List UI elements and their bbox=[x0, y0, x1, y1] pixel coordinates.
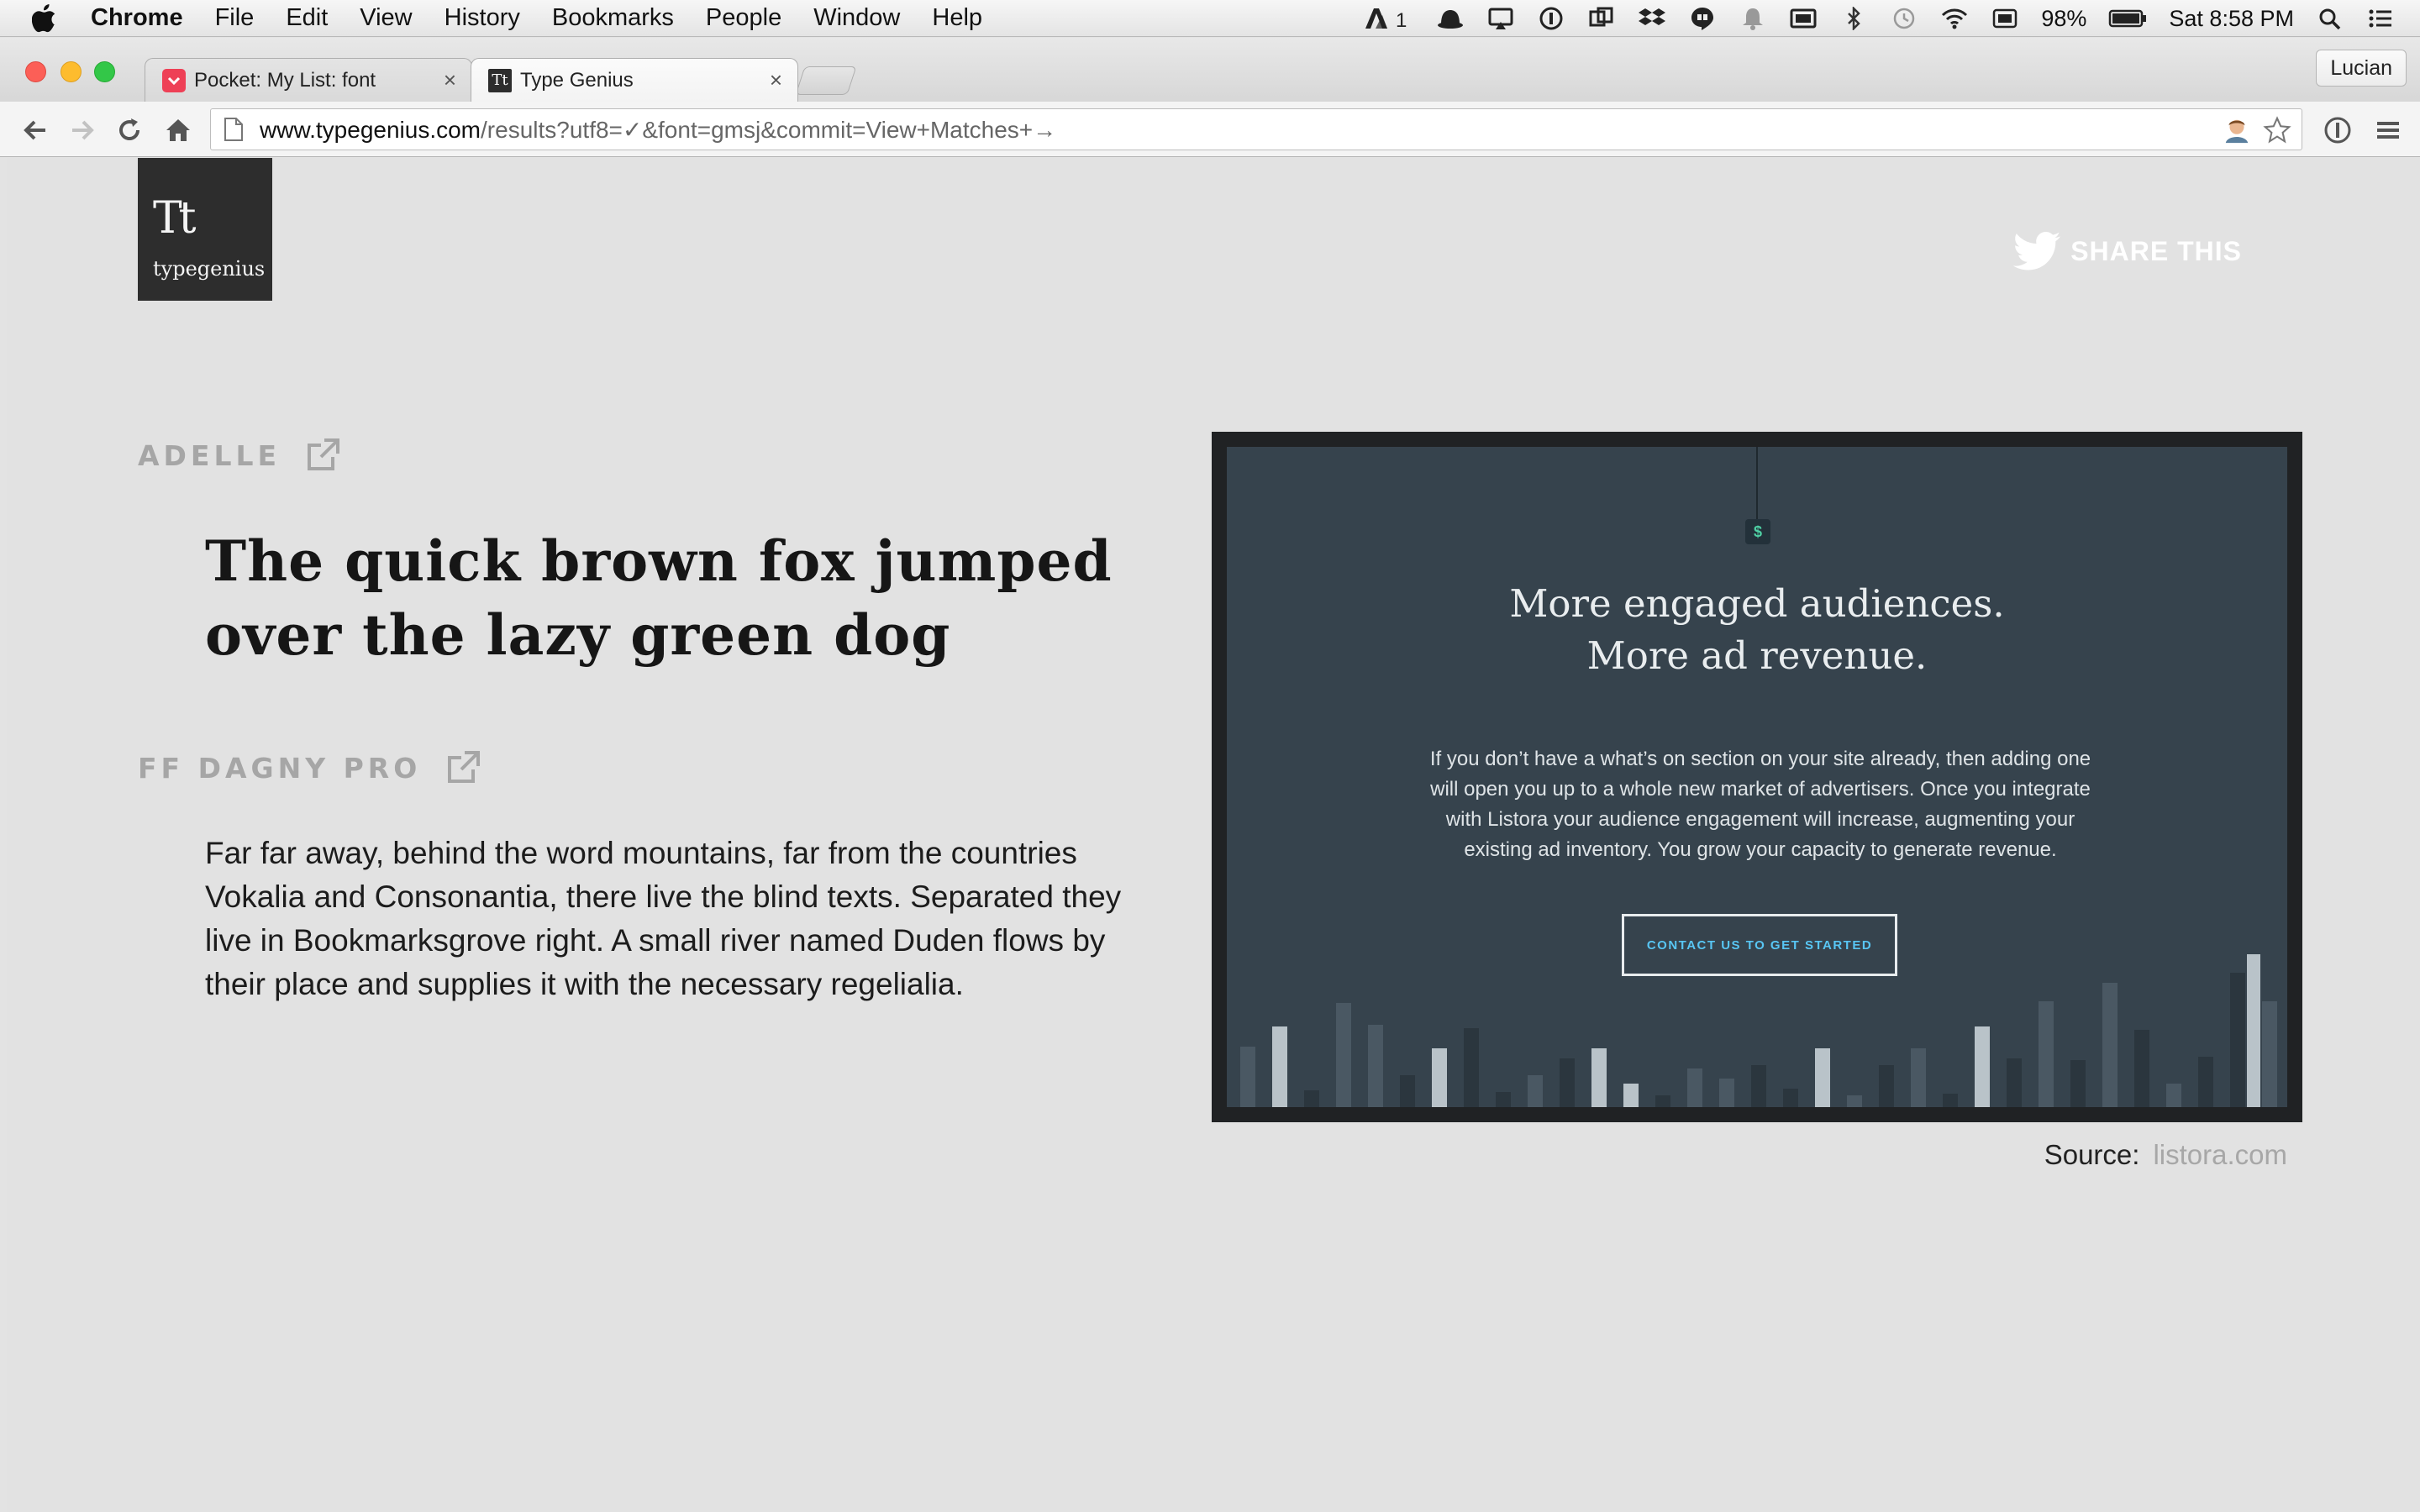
ad-headline: More engaged audiences. More ad revenue. bbox=[1227, 578, 2287, 682]
1password-icon[interactable] bbox=[1537, 6, 1565, 31]
menu-view[interactable]: View bbox=[360, 4, 412, 32]
menu-bar-clock[interactable]: Sat 8:58 PM bbox=[2169, 6, 2294, 32]
font-entry-ff-dagny-pro: FF DAGNY PRO bbox=[138, 749, 481, 786]
notifications-bell-icon[interactable] bbox=[1739, 6, 1767, 31]
battery-icon[interactable] bbox=[2108, 6, 2147, 31]
logo-wordmark: typegenius bbox=[153, 257, 266, 281]
minimize-window-button[interactable] bbox=[60, 61, 82, 82]
url-host: www.typegenius.com bbox=[260, 116, 481, 143]
home-button[interactable] bbox=[161, 113, 195, 147]
font-sample-ff-dagny-pro: Far far away, behind the word mountains,… bbox=[205, 836, 1122, 1001]
font-name-label[interactable]: FF DAGNY PRO bbox=[138, 752, 421, 785]
source-label: Source: bbox=[2044, 1139, 2140, 1170]
tab-type-genius[interactable]: Tt Type Genius × bbox=[471, 58, 798, 102]
share-label: SHARE THIS bbox=[2070, 235, 2242, 266]
hamburger-menu-icon bbox=[2377, 122, 2399, 139]
wifi-icon[interactable] bbox=[1940, 6, 1969, 31]
macos-menu-bar: Chrome File Edit View History Bookmarks … bbox=[0, 0, 2420, 37]
notification-center-icon[interactable] bbox=[2366, 6, 2395, 31]
chrome-menu-button[interactable] bbox=[2371, 113, 2405, 147]
tab-close-icon[interactable]: × bbox=[444, 67, 456, 93]
browser-toolbar: www.typegenius.com/results?utf8=✓&font=g… bbox=[0, 102, 2420, 157]
close-window-button[interactable] bbox=[25, 61, 46, 82]
airplay-icon[interactable] bbox=[1486, 6, 1515, 31]
example-source: Source: listora.com bbox=[2044, 1139, 2287, 1171]
menu-window[interactable]: Window bbox=[813, 4, 900, 32]
share-this-button[interactable]: SHARE THIS bbox=[2013, 232, 2242, 270]
decorative-bar-skyline bbox=[1240, 954, 2277, 1107]
typegenius-icon: Tt bbox=[488, 68, 512, 92]
font-entry-adelle: ADELLE bbox=[138, 437, 341, 474]
page-content: Tt typegenius SHARE THIS ADELLE The quic… bbox=[7, 158, 2420, 1512]
hanging-line bbox=[1756, 447, 1758, 519]
menu-bookmarks[interactable]: Bookmarks bbox=[552, 4, 674, 32]
menu-help[interactable]: Help bbox=[932, 4, 982, 32]
apple-menu-icon[interactable] bbox=[32, 3, 66, 33]
typegenius-logo[interactable]: Tt typegenius bbox=[138, 158, 272, 301]
dollar-tag-icon: $ bbox=[1745, 519, 1770, 544]
ad-headline-line-1: More engaged audiences. bbox=[1509, 581, 2005, 626]
pocket-icon bbox=[162, 68, 186, 92]
url-text[interactable]: www.typegenius.com/results?utf8=✓&font=g… bbox=[260, 116, 1056, 144]
screenshot-tool-icon[interactable] bbox=[1587, 6, 1616, 31]
listora-ad-screenshot: $ More engaged audiences. More ad revenu… bbox=[1227, 447, 2287, 1107]
menu-edit[interactable]: Edit bbox=[286, 4, 328, 32]
tab-title: Pocket: My List: font bbox=[194, 68, 376, 92]
font-sample-adelle: The quick brown fox jumped over the lazy… bbox=[205, 528, 1113, 668]
tab-pocket[interactable]: Pocket: My List: font × bbox=[145, 58, 472, 102]
tab-close-icon[interactable]: × bbox=[770, 67, 782, 93]
battery-percent: 98% bbox=[2041, 5, 2087, 31]
address-bar[interactable]: www.typegenius.com/results?utf8=✓&font=g… bbox=[210, 108, 2302, 150]
url-path: /results?utf8=✓&font=gmsj&commit=View+Ma… bbox=[481, 116, 1057, 143]
logo-mark: Tt bbox=[153, 193, 197, 244]
new-tab-button[interactable] bbox=[795, 66, 857, 95]
browser-tab-strip: Pocket: My List: font × Tt Type Genius ×… bbox=[0, 38, 2420, 102]
display-icon[interactable] bbox=[1789, 6, 1818, 31]
reload-icon bbox=[119, 118, 139, 140]
external-link-icon[interactable] bbox=[445, 749, 481, 786]
ad-headline-line-2: More ad revenue. bbox=[1586, 633, 1928, 678]
time-machine-icon[interactable] bbox=[1890, 6, 1918, 31]
extension-avatar-icon[interactable] bbox=[2221, 114, 2253, 146]
menu-chrome[interactable]: Chrome bbox=[91, 4, 183, 32]
bluetooth-icon[interactable] bbox=[1839, 6, 1868, 31]
menu-people[interactable]: People bbox=[706, 4, 781, 32]
dropbox-icon[interactable] bbox=[1638, 6, 1666, 31]
hangouts-icon[interactable] bbox=[1688, 6, 1717, 31]
keyboard-input-icon[interactable] bbox=[1991, 6, 2019, 31]
bowler-hat-icon[interactable] bbox=[1436, 6, 1465, 31]
twitter-bird-icon bbox=[2013, 232, 2061, 270]
menu-bar-status-area: 1 98% Sat 8:58 PM bbox=[1364, 0, 2395, 37]
adobe-creative-cloud-icon[interactable]: 1 bbox=[1364, 6, 1414, 31]
page-icon bbox=[224, 118, 243, 141]
profile-button[interactable]: Lucian bbox=[2316, 50, 2407, 87]
back-button[interactable] bbox=[18, 113, 52, 147]
home-icon bbox=[166, 119, 190, 141]
1password-extension-button[interactable] bbox=[2321, 113, 2354, 147]
omnibox-actions bbox=[2221, 114, 2293, 146]
ad-body-text: If you don’t have a what’s on section on… bbox=[1429, 748, 2091, 861]
svg-text:1: 1 bbox=[1396, 9, 1407, 30]
spotlight-search-icon[interactable] bbox=[2316, 6, 2344, 31]
forward-button[interactable] bbox=[66, 113, 99, 147]
font-name-label[interactable]: ADELLE bbox=[138, 439, 281, 472]
zoom-window-button[interactable] bbox=[94, 61, 115, 82]
bookmark-star-icon[interactable] bbox=[2261, 114, 2293, 146]
external-link-icon[interactable] bbox=[304, 437, 341, 474]
1password-extension-icon bbox=[2324, 117, 2351, 144]
back-arrow-icon bbox=[24, 120, 45, 140]
reload-button[interactable] bbox=[113, 113, 146, 147]
source-link[interactable]: listora.com bbox=[2153, 1139, 2287, 1170]
menu-file[interactable]: File bbox=[215, 4, 255, 32]
tab-title: Type Genius bbox=[520, 68, 634, 92]
font-in-use-example: $ More engaged audiences. More ad revenu… bbox=[1212, 432, 2302, 1122]
forward-arrow-icon bbox=[72, 120, 94, 140]
menu-history[interactable]: History bbox=[445, 4, 520, 32]
